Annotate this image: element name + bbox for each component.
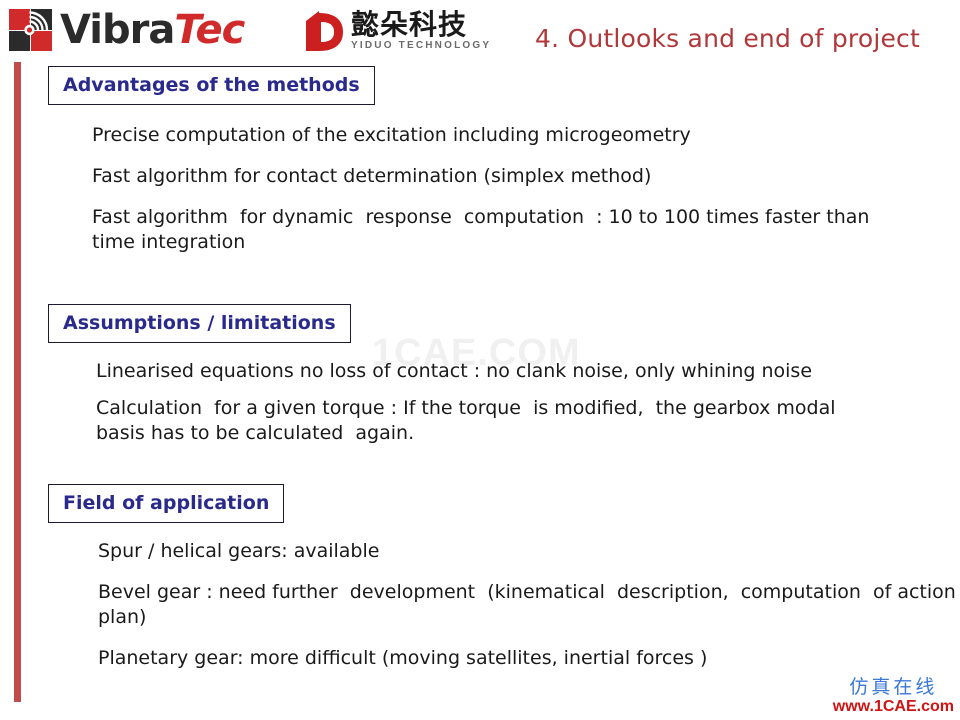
yiduo-name-en: YIDUO TECHNOLOGY — [351, 40, 492, 51]
vibratec-name-part2: Tec — [174, 7, 245, 53]
yiduo-text-block: 懿朵科技 YIDUO TECHNOLOGY — [351, 10, 491, 52]
bullet-item: Planetary gear: more difficult (moving s… — [98, 647, 708, 669]
section-assumptions: Assumptions / limitations Linearised equ… — [48, 304, 960, 458]
bullet-list-advantages: Precise computation of the excitation in… — [48, 123, 960, 255]
section-heading-field: Field of application — [48, 484, 285, 523]
bullet-list-field: Spur / helical gears: available Bevel ge… — [48, 539, 960, 671]
yiduo-logo: 懿朵科技 YIDUO TECHNOLOGY — [303, 6, 491, 56]
bullet-item: Linearised equations no loss of contact … — [96, 360, 813, 382]
bullet-list-assumptions: Linearised equations no loss of contact … — [48, 359, 960, 446]
page-title: 4. Outlooks and end of project — [535, 24, 920, 53]
bullet-item: Fast algorithm for contact determination… — [92, 165, 652, 187]
yiduo-d-mark-icon — [303, 9, 345, 53]
left-accent-bar — [14, 62, 21, 702]
section-field-of-application: Field of application Spur / helical gear… — [48, 484, 960, 687]
slide-header: VibraTec 懿朵科技 YIDUO TECHNOLOGY 4. Outloo… — [0, 0, 960, 62]
corner-watermark-url: www.1CAE.com — [832, 698, 954, 715]
bullet-item: Bevel gear : need further development (k… — [98, 581, 956, 628]
vibratec-wordmark: VibraTec — [60, 7, 245, 53]
section-advantages: Advantages of the methods Precise comput… — [48, 66, 960, 271]
vibratec-name-part1: Vibra — [60, 7, 175, 53]
slide: VibraTec 懿朵科技 YIDUO TECHNOLOGY 4. Outloo… — [0, 0, 960, 720]
vibratec-logo: VibraTec — [8, 7, 245, 53]
bullet-item: Calculation for a given torque : If the … — [96, 397, 842, 444]
section-heading-advantages: Advantages of the methods — [48, 66, 375, 105]
yiduo-name-cn: 懿朵科技 — [351, 8, 468, 41]
section-heading-assumptions: Assumptions / limitations — [48, 304, 351, 343]
bullet-item: Precise computation of the excitation in… — [92, 124, 691, 146]
bullet-item: Spur / helical gears: available — [98, 540, 380, 562]
vibratec-wave-mark-icon — [8, 8, 54, 52]
bullet-item: Fast algorithm for dynamic response comp… — [92, 206, 876, 253]
